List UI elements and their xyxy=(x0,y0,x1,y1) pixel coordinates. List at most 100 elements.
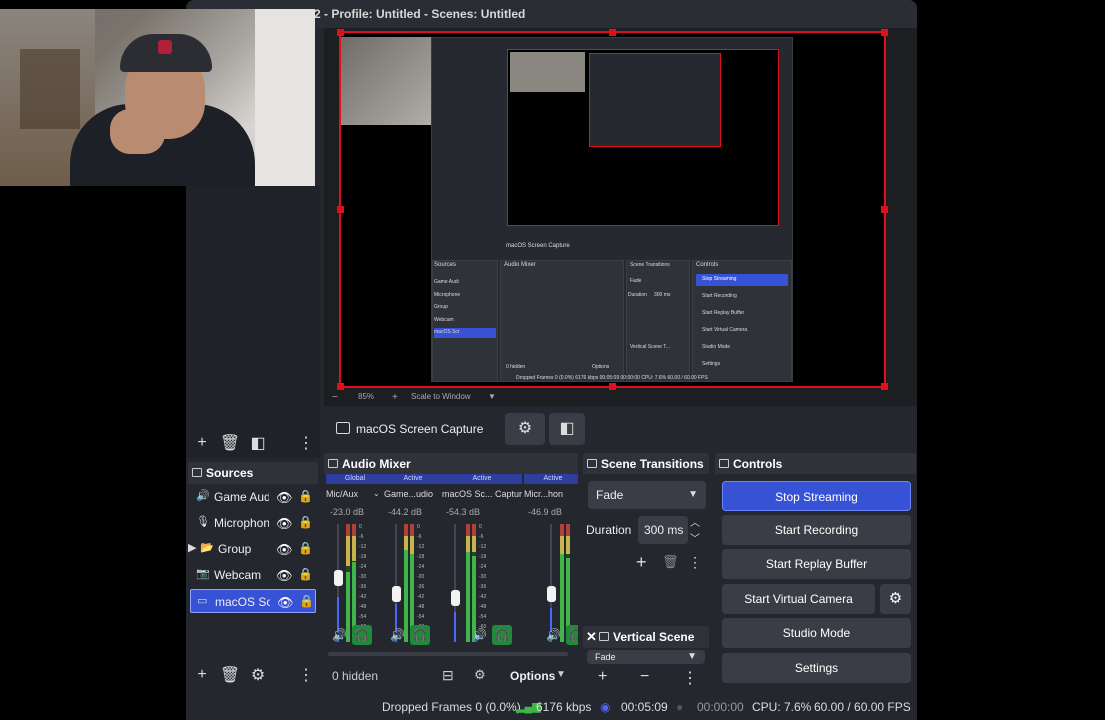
lock-icon[interactable]: 🔒 xyxy=(298,541,313,555)
preview-canvas[interactable]: Sources Audio Mixer Scene Transitions Co… xyxy=(337,29,888,390)
start-virtual-camera-button[interactable]: Start Virtual Camera xyxy=(722,584,875,614)
dock-icon xyxy=(719,459,729,468)
monitor-headphone-icon[interactable]: 🎧 xyxy=(410,625,430,645)
resize-handle-tr[interactable] xyxy=(881,29,888,36)
controls-dock-title[interactable]: Controls xyxy=(715,453,916,475)
chevron-down-icon[interactable]: ⌄ xyxy=(373,489,380,498)
speaker-icon[interactable]: 🔊 xyxy=(332,628,347,642)
camera-icon: 📷 xyxy=(196,568,210,580)
duration-input[interactable]: 300 ms xyxy=(638,516,688,544)
scene-more-icon[interactable]: ⋮ xyxy=(292,433,320,453)
visibility-eye-icon[interactable]: 👁 xyxy=(277,595,294,611)
options-caret-icon[interactable]: ▼ xyxy=(556,669,566,680)
spin-up-icon[interactable]: ︿ xyxy=(690,514,700,529)
audio-mixer: Global Mic/Aux ⌄ -23.0 dB 0 -6 -12 -18 -24 -3… xyxy=(324,474,578,684)
source-item-webcam[interactable]: 📷 Webcam 👁 🔒 xyxy=(190,563,316,587)
start-recording-button[interactable]: Start Recording xyxy=(722,515,911,545)
volume-fader[interactable] xyxy=(395,524,397,642)
fps-readout: 60.00 / 60.00 FPS xyxy=(814,700,911,714)
channel-name[interactable]: macOS Sc... Capture xyxy=(442,489,522,499)
mixer-scrollbar[interactable] xyxy=(328,652,568,656)
resize-handle-tc[interactable] xyxy=(609,29,616,36)
resize-handle-tl[interactable] xyxy=(337,29,344,36)
preview-zoom-bar: − 85% + Scale to Window ▼ xyxy=(324,388,917,406)
add-scene-icon[interactable]: + xyxy=(188,434,216,452)
source-item-game-audio[interactable]: 🔊 Game Audi 👁 🔒 xyxy=(190,485,316,509)
vertical-transition-select[interactable]: Fade ▼ xyxy=(587,650,705,664)
streaming-icon: ◉ xyxy=(600,700,611,714)
source-properties-button[interactable]: ⚙ xyxy=(505,413,545,445)
fader-knob[interactable] xyxy=(547,586,556,602)
close-icon[interactable]: ✕ xyxy=(586,626,597,648)
scale-mode-caret-icon[interactable]: ▼ xyxy=(488,392,496,401)
remove-scene-icon[interactable]: 🗑 xyxy=(216,433,244,453)
visibility-eye-icon[interactable]: 👁 xyxy=(276,542,293,558)
lock-icon[interactable]: 🔒 xyxy=(299,594,314,608)
volume-fader[interactable] xyxy=(454,524,456,642)
studio-mode-button[interactable]: Studio Mode xyxy=(722,618,911,648)
speaker-icon[interactable]: 🔊 xyxy=(472,628,487,642)
zoom-in-icon[interactable]: + xyxy=(392,392,398,403)
channel-name[interactable]: Micr...hon xyxy=(524,489,578,499)
sources-dock-title[interactable]: Sources xyxy=(188,462,318,484)
expand-chevron-icon[interactable]: ▶ xyxy=(188,543,200,554)
scale-mode-select[interactable]: Scale to Window xyxy=(411,392,471,401)
advanced-audio-icon[interactable]: ⚙ xyxy=(474,667,486,683)
source-item-microphone[interactable]: 🎙 Microphone 👁 🔒 xyxy=(190,511,316,535)
window-title: 2 - Profile: Untitled - Scenes: Untitled xyxy=(314,7,526,21)
nested-studio-mode: Studio Mode xyxy=(702,344,731,350)
start-replay-buffer-button[interactable]: Start Replay Buffer xyxy=(722,549,911,579)
transition-more-icon[interactable]: ⋮ xyxy=(688,554,702,571)
transition-select[interactable]: Fade ▼ xyxy=(588,481,706,509)
channel-name[interactable]: Game...udio xyxy=(384,489,442,499)
channel-db: -44.2 dB xyxy=(388,507,423,517)
remove-vertical-transition-icon[interactable]: − xyxy=(640,668,649,686)
remove-source-icon[interactable]: 🗑 xyxy=(216,665,244,685)
layout-toggle-icon[interactable]: ⊟ xyxy=(442,667,454,684)
source-filters-button[interactable]: ◧ xyxy=(549,413,585,445)
source-toolbar: macOS Screen Capture ⚙ ◧ xyxy=(324,409,917,449)
monitor-headphone-icon[interactable]: 🎧 xyxy=(492,625,512,645)
source-item-group[interactable]: ▶ 📂 Group 👁 🔒 xyxy=(188,537,316,561)
fader-knob[interactable] xyxy=(451,590,460,606)
remove-transition-icon[interactable]: 🗑 xyxy=(662,554,679,570)
fader-knob[interactable] xyxy=(392,586,401,602)
speaker-icon[interactable]: 🔊 xyxy=(546,628,561,642)
lock-icon[interactable]: 🔒 xyxy=(298,515,313,529)
visibility-eye-icon[interactable]: 👁 xyxy=(276,568,293,584)
resize-handle-mr[interactable] xyxy=(881,206,888,213)
mixer-channel: Active macOS Sc... Capture -54.3 dB 0 -6-… xyxy=(442,474,522,654)
vertical-more-icon[interactable]: ⋮ xyxy=(682,668,698,688)
add-transition-icon[interactable]: + xyxy=(636,552,647,573)
vertical-transitions-dock-title[interactable]: ✕ Vertical Scene T... xyxy=(583,626,709,666)
add-source-icon[interactable]: + xyxy=(188,666,216,684)
add-vertical-transition-icon[interactable]: + xyxy=(598,668,607,686)
zoom-out-icon[interactable]: − xyxy=(332,392,338,403)
mixer-options-button[interactable]: Options xyxy=(510,669,555,683)
nested-fade: Fade xyxy=(630,278,642,284)
scene-filters-icon[interactable]: ◧ xyxy=(244,433,272,453)
source-item-macos-screen[interactable]: ▭ macOS Scr 👁 🔒 xyxy=(190,589,316,613)
fader-knob[interactable] xyxy=(334,570,343,586)
stop-streaming-button[interactable]: Stop Streaming xyxy=(722,481,911,511)
source-settings-icon[interactable]: ⚙ xyxy=(244,665,272,685)
resize-handle-ml[interactable] xyxy=(337,206,344,213)
preview-area[interactable]: Sources Audio Mixer Scene Transitions Co… xyxy=(324,28,917,406)
visibility-eye-icon[interactable]: 👁 xyxy=(276,490,293,506)
spin-down-icon[interactable]: ﹀ xyxy=(690,530,700,545)
volume-fader[interactable] xyxy=(550,524,552,642)
lock-icon[interactable]: 🔒 xyxy=(298,489,313,503)
speaker-icon[interactable]: 🔊 xyxy=(390,628,405,642)
bitrate: 6176 kbps xyxy=(536,700,592,714)
visibility-eye-icon[interactable]: 👁 xyxy=(276,516,293,532)
monitor-headphone-icon[interactable]: 🎧 xyxy=(352,625,372,645)
source-more-icon[interactable]: ⋮ xyxy=(292,665,320,685)
scene-transitions-dock-title[interactable]: Scene Transitions xyxy=(583,453,709,475)
virtual-camera-settings-button[interactable]: ⚙ xyxy=(880,584,911,614)
filters-icon: ◧ xyxy=(559,420,575,437)
settings-button[interactable]: Settings xyxy=(722,653,911,683)
lock-icon[interactable]: 🔒 xyxy=(298,567,313,581)
monitor-headphone-icon[interactable]: 🎧 xyxy=(566,625,578,645)
hidden-count[interactable]: 0 hidden xyxy=(332,669,378,683)
audio-mixer-dock-title[interactable]: Audio Mixer xyxy=(324,453,578,475)
